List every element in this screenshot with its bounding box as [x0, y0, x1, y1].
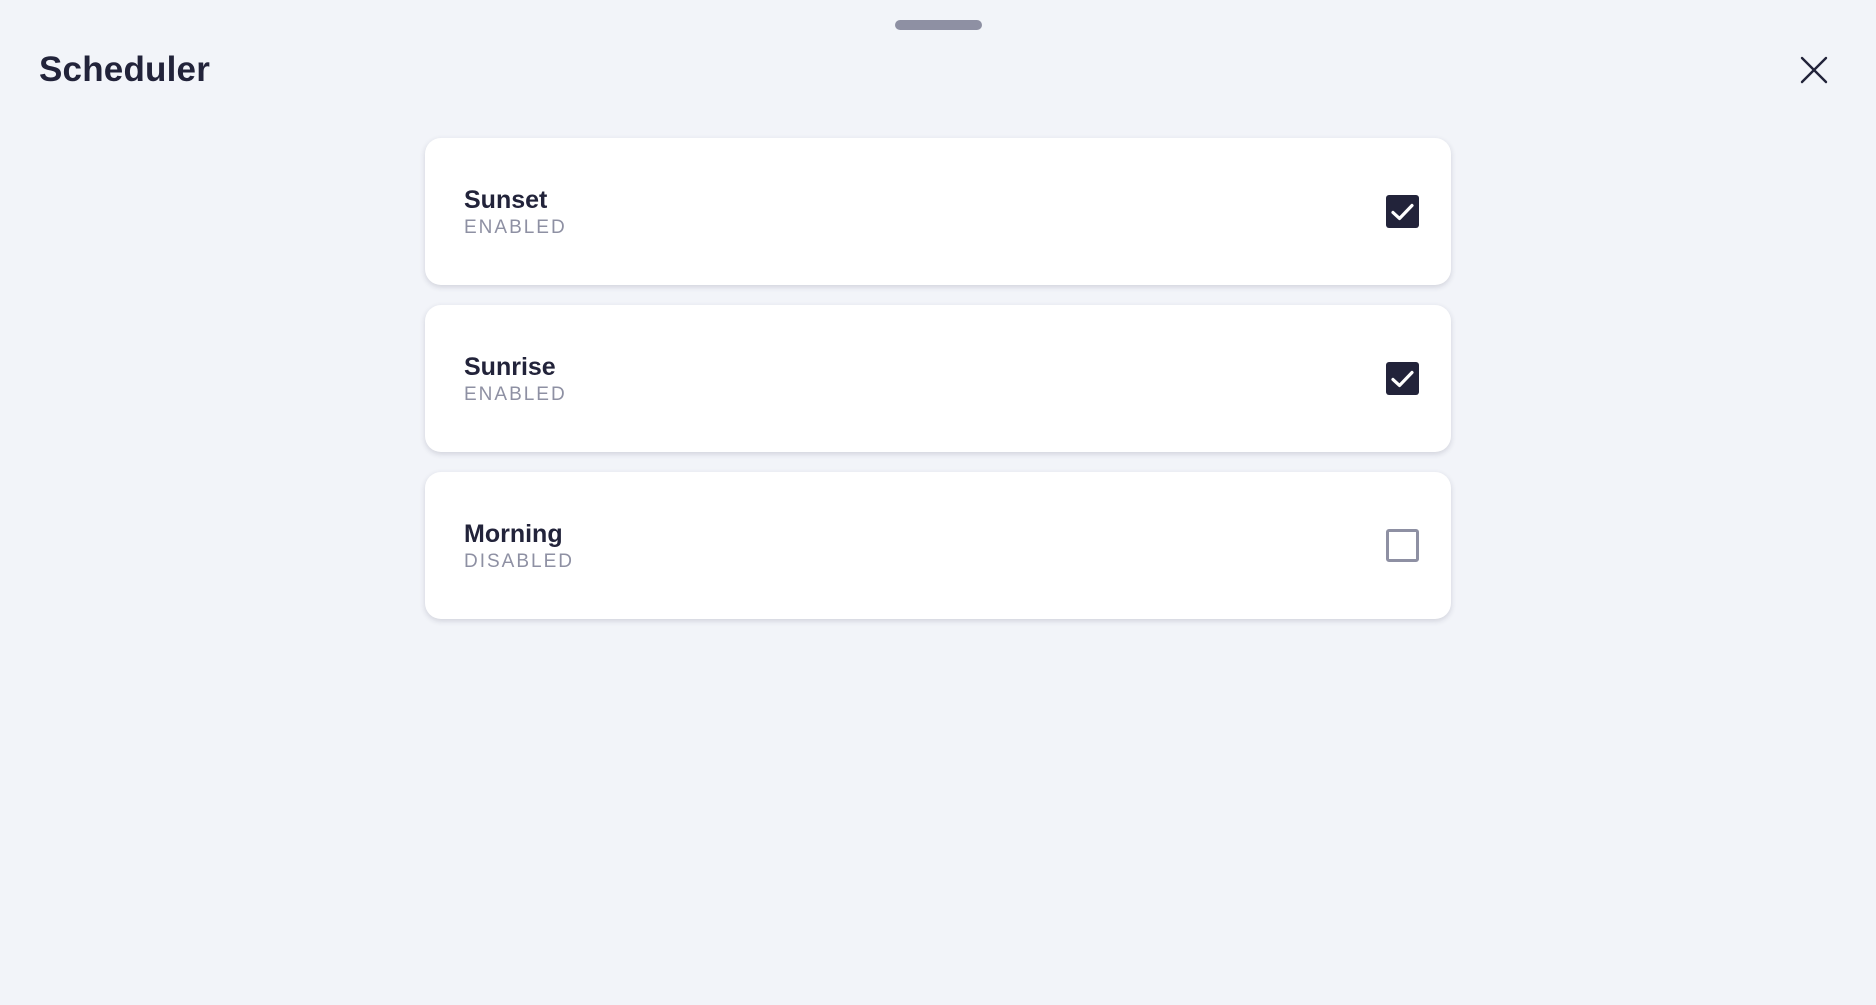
schedule-card-text: Sunrise ENABLED: [464, 352, 567, 407]
schedule-checkbox-morning[interactable]: [1386, 529, 1419, 562]
schedule-card-text: Sunset ENABLED: [464, 185, 567, 240]
schedule-card-sunrise[interactable]: Sunrise ENABLED: [425, 305, 1451, 452]
drag-handle[interactable]: [895, 20, 982, 30]
schedule-checkbox-sunrise[interactable]: [1386, 362, 1419, 395]
page-title: Scheduler: [39, 50, 211, 89]
checkmark-icon: [1391, 203, 1414, 220]
schedule-status: ENABLED: [464, 217, 567, 238]
schedule-name: Morning: [464, 520, 563, 548]
schedule-status: ENABLED: [464, 384, 567, 405]
schedule-checkbox-sunset[interactable]: [1386, 195, 1419, 228]
schedule-card-sunset[interactable]: Sunset ENABLED: [425, 138, 1451, 285]
close-button[interactable]: [1796, 52, 1832, 88]
checkmark-icon: [1391, 370, 1414, 387]
schedule-card-text: Morning DISABLED: [464, 519, 574, 574]
schedule-status: DISABLED: [464, 551, 574, 572]
schedule-card-morning[interactable]: Morning DISABLED: [425, 472, 1451, 619]
close-icon: [1800, 56, 1828, 84]
schedule-list: Sunset ENABLED Sunrise ENABLED Morning D…: [425, 138, 1451, 639]
schedule-name: Sunrise: [464, 353, 556, 381]
schedule-name: Sunset: [464, 186, 548, 214]
